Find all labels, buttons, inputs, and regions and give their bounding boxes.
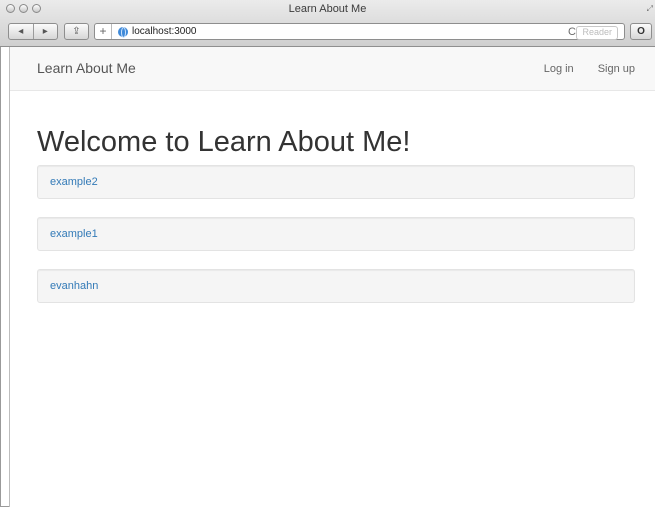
user-list-item: example2 [37,165,635,199]
user-list-item: example1 [37,217,635,251]
browser-chrome: Learn About Me ⤢ ◂ ▸ ⇪ + localhost:3000 … [0,0,655,47]
site-navbar: Learn About Me Log in Sign up [10,47,655,91]
back-forward-buttons: ◂ ▸ [8,23,58,40]
new-tab-button[interactable]: + [95,24,112,39]
window-title: Learn About Me [288,3,367,15]
web-page: Learn About Me Log in Sign up Welcome to… [9,47,655,507]
user-link[interactable]: example2 [50,176,98,188]
reader-button[interactable]: Reader [576,26,618,40]
browser-window: Learn About Me ⤢ ◂ ▸ ⇪ + localhost:3000 … [0,0,655,507]
signup-link[interactable]: Sign up [598,63,635,75]
back-button[interactable]: ◂ [9,26,33,37]
address-bar[interactable]: + localhost:3000 C Reader [94,23,625,40]
share-button[interactable]: ⇪ [64,23,89,40]
extension-button[interactable]: O [630,23,652,40]
forward-button[interactable]: ▸ [34,26,58,37]
user-list-item: evanhahn [37,269,635,303]
globe-icon [118,26,128,38]
user-list: example2 example1 evanhahn [37,165,635,321]
fullscreen-icon[interactable]: ⤢ [647,4,653,14]
url-text[interactable]: localhost:3000 [132,26,568,37]
login-link[interactable]: Log in [544,63,574,75]
user-link[interactable]: evanhahn [50,280,98,292]
user-link[interactable]: example1 [50,228,98,240]
brand-link[interactable]: Learn About Me [37,60,136,76]
page-heading: Welcome to Learn About Me! [37,126,411,158]
nav-links: Log in Sign up [544,63,635,75]
